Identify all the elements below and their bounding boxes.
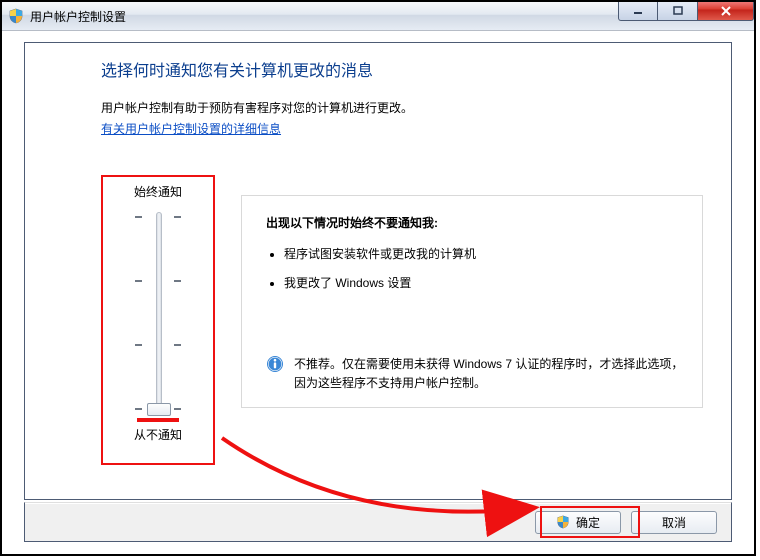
ok-button-label: 确定 bbox=[576, 514, 600, 531]
slider-label-bottom: 从不通知 bbox=[103, 426, 213, 443]
slider-tick bbox=[135, 216, 142, 218]
level-description-panel: 出现以下情况时始终不要通知我: 程序试图安装软件或更改我的计算机 我更改了 Wi… bbox=[241, 195, 703, 408]
level-bullet: 我更改了 Windows 设置 bbox=[284, 274, 684, 291]
slider-tick bbox=[174, 280, 181, 282]
slider-track bbox=[156, 212, 162, 410]
titlebar: 用户帐户控制设置 bbox=[2, 2, 754, 31]
close-button[interactable] bbox=[698, 1, 754, 21]
annotation-underline bbox=[137, 418, 179, 422]
close-icon bbox=[720, 6, 732, 16]
page-heading: 选择何时通知您有关计算机更改的消息 bbox=[101, 57, 731, 81]
minimize-icon bbox=[633, 6, 643, 16]
slider-label-top: 始终通知 bbox=[103, 183, 213, 200]
notification-slider-panel: 始终通知 从不通知 bbox=[101, 175, 215, 465]
recommendation-row: 不推荐。仅在需要使用未获得 Windows 7 认证的程序时，才选择此选项，因为… bbox=[266, 355, 684, 393]
minimize-button[interactable] bbox=[618, 1, 658, 21]
slider-tick bbox=[135, 344, 142, 346]
slider-thumb[interactable] bbox=[147, 403, 171, 416]
level-subheading: 出现以下情况时始终不要通知我: bbox=[266, 214, 684, 231]
maximize-button[interactable] bbox=[658, 1, 698, 21]
cancel-button-label: 取消 bbox=[662, 514, 686, 531]
page-description: 用户帐户控制有助于预防有害程序对您的计算机进行更改。 bbox=[101, 99, 731, 116]
level-bullet-list: 程序试图安装软件或更改我的计算机 我更改了 Windows 设置 bbox=[284, 245, 684, 291]
slider-tick bbox=[135, 408, 142, 410]
help-link[interactable]: 有关用户帐户控制设置的详细信息 bbox=[101, 120, 281, 137]
uac-shield-icon bbox=[8, 8, 24, 24]
ok-button[interactable]: 确定 bbox=[535, 511, 621, 534]
slider-tick bbox=[135, 280, 142, 282]
slider-tick bbox=[174, 408, 181, 410]
window-title: 用户帐户控制设置 bbox=[30, 8, 126, 25]
uac-settings-window: 用户帐户控制设置 选择何时通知您有关计算机更改的消息 用户帐户控制有助于预防有害… bbox=[0, 0, 756, 556]
content-area: 选择何时通知您有关计算机更改的消息 用户帐户控制有助于预防有害程序对您的计算机进… bbox=[24, 42, 732, 500]
notification-slider[interactable] bbox=[103, 208, 213, 414]
slider-tick bbox=[174, 344, 181, 346]
recommendation-text: 不推荐。仅在需要使用未获得 Windows 7 认证的程序时，才选择此选项，因为… bbox=[294, 355, 684, 393]
uac-shield-icon bbox=[556, 515, 570, 529]
maximize-icon bbox=[673, 6, 683, 16]
level-bullet: 程序试图安装软件或更改我的计算机 bbox=[284, 245, 684, 262]
info-icon bbox=[266, 355, 284, 393]
cancel-button[interactable]: 取消 bbox=[631, 511, 717, 534]
dialog-button-bar: 确定 取消 bbox=[24, 502, 732, 542]
window-controls bbox=[618, 1, 754, 21]
slider-tick bbox=[174, 216, 181, 218]
